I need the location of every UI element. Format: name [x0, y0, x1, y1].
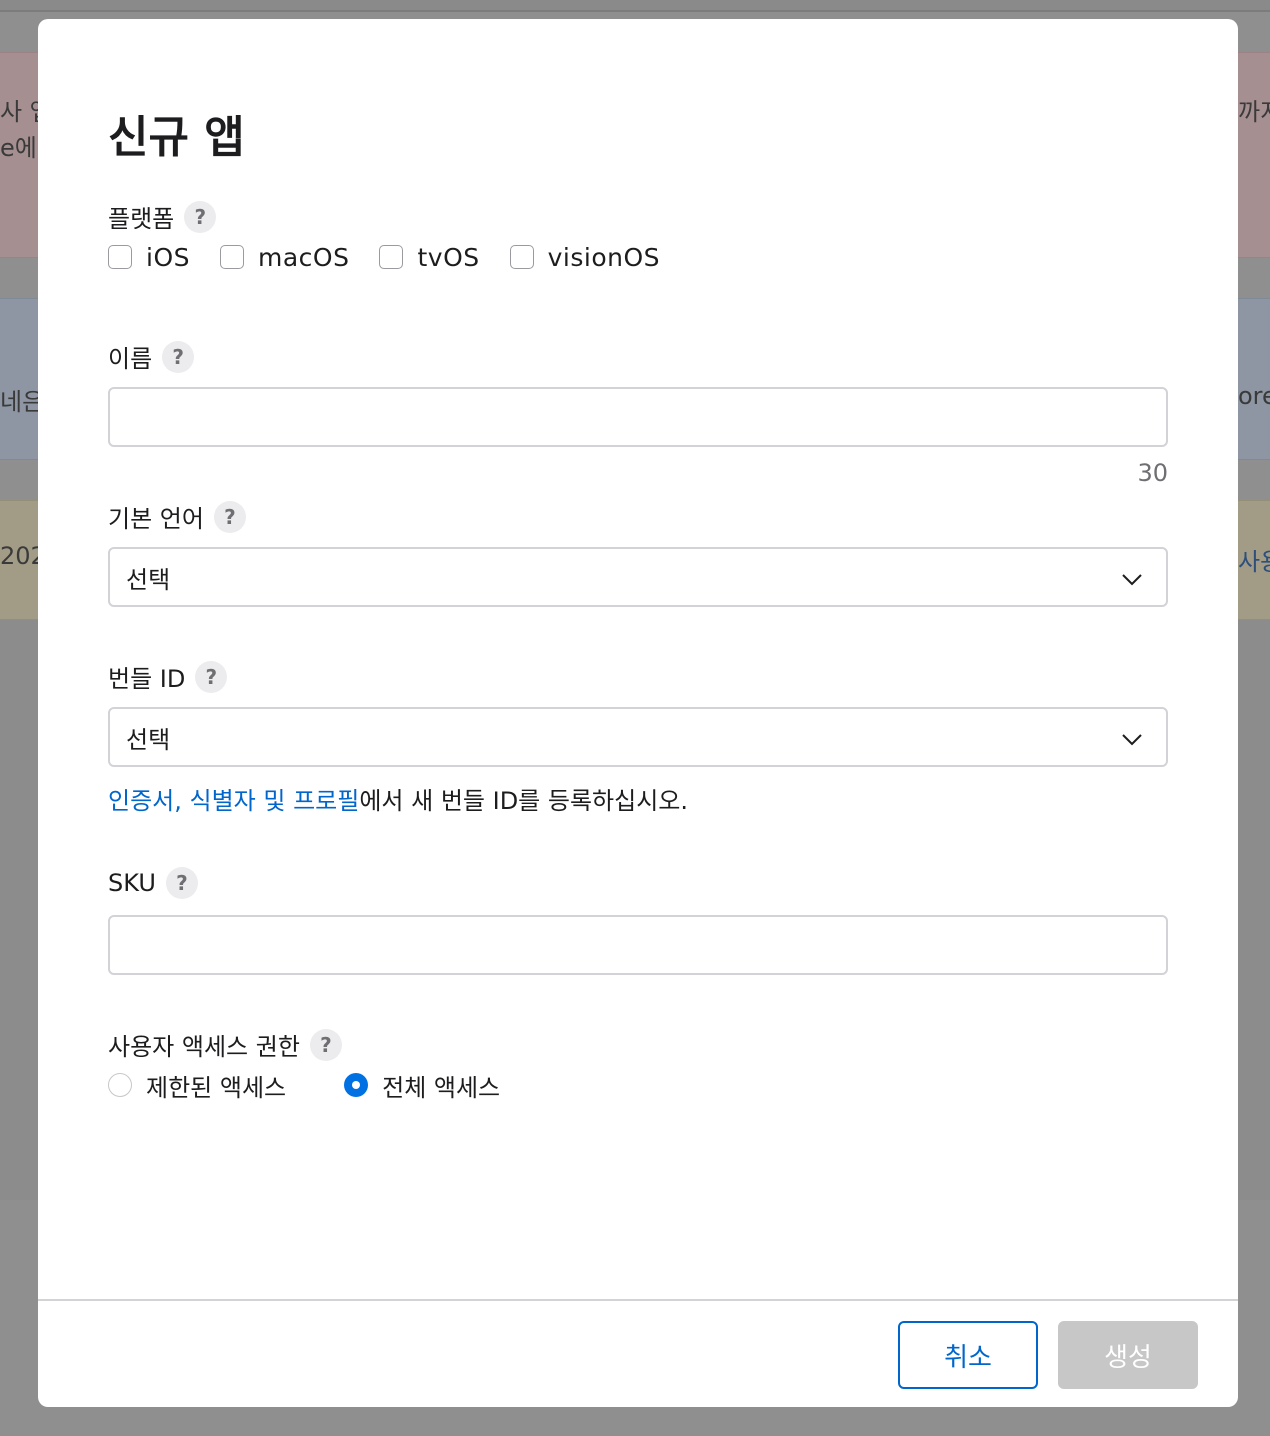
platform-option-visionos[interactable]: visionOS [509, 242, 661, 272]
user-access-label: 사용자 액세스 권한 [108, 1033, 300, 1061]
checkbox-label: macOS [258, 242, 350, 272]
checkbox[interactable] [509, 245, 534, 269]
help-icon[interactable]: ? [162, 340, 195, 373]
platform-option-ios[interactable]: iOS [108, 243, 190, 272]
sku-label-row: SKU ? [108, 867, 198, 899]
radio-button[interactable] [108, 1073, 132, 1097]
create-button[interactable]: 생성 [1058, 1321, 1198, 1389]
platform-label: 플랫폼 [108, 205, 175, 233]
radio-limited-access[interactable]: 제한된 액세스 [108, 1068, 286, 1103]
background-text: e에 [0, 134, 37, 162]
bundle-id-label: 번들 ID [108, 665, 186, 693]
radio-full-access[interactable]: 전체 액세스 [344, 1068, 500, 1103]
platform-option-tvos[interactable]: tvOS [379, 243, 479, 272]
user-access-label-row: 사용자 액세스 권한 ? [108, 1027, 342, 1062]
help-icon[interactable]: ? [165, 867, 198, 899]
checkbox-label: tvOS [417, 242, 480, 272]
dialog-title: 신규 앱 [108, 112, 245, 163]
radio-button-selected[interactable] [344, 1073, 369, 1097]
primary-language-label-row: 기본 언어 ? [108, 499, 246, 534]
chevron-down-icon [1122, 734, 1142, 746]
background-text: 까지 [1238, 98, 1270, 126]
bundle-id-select[interactable]: 선택 [108, 707, 1168, 767]
background-top-bar [0, 0, 1270, 12]
background-text: ore [1238, 382, 1270, 410]
help-icon[interactable]: ? [195, 660, 228, 693]
cancel-button[interactable]: 취소 [898, 1321, 1038, 1389]
new-app-dialog: 신규 앱 플랫폼 ? iOS macOS tvOS visionOS 이름 ? … [38, 19, 1238, 1407]
checkbox-label: visionOS [547, 242, 661, 272]
platform-checkboxes: iOS macOS tvOS visionOS [108, 241, 690, 273]
certificates-identifiers-profiles-link[interactable]: 인증서, 식별자 및 프로필 [108, 787, 359, 815]
platform-option-macos[interactable]: macOS [220, 243, 349, 272]
name-input[interactable] [108, 387, 1168, 447]
help-icon[interactable]: ? [213, 500, 246, 533]
help-icon[interactable]: ? [309, 1028, 342, 1061]
user-access-radios: 제한된 액세스 전체 액세스 [108, 1068, 558, 1103]
primary-language-label: 기본 언어 [108, 505, 204, 533]
checkbox[interactable] [220, 245, 244, 269]
helper-text: 에서 새 번들 ID를 등록하십시오. [359, 787, 688, 815]
select-value: 선택 [126, 725, 171, 754]
checkbox[interactable] [108, 245, 132, 269]
checkbox-label: iOS [146, 242, 190, 272]
select-value: 선택 [126, 565, 171, 594]
primary-language-select[interactable]: 선택 [108, 547, 1168, 607]
platform-label-row: 플랫폼 ? [108, 199, 217, 234]
name-character-counter: 30 [1137, 459, 1168, 487]
radio-label: 제한된 액세스 [146, 1073, 287, 1102]
sku-input[interactable] [108, 915, 1168, 975]
checkbox[interactable] [379, 245, 404, 269]
name-label-row: 이름 ? [108, 339, 195, 374]
chevron-down-icon [1122, 574, 1142, 586]
footer-divider [38, 1299, 1238, 1301]
background-link: 사용 [1238, 548, 1270, 576]
bundle-id-helper-text: 인증서, 식별자 및 프로필에서 새 번들 ID를 등록하십시오. [108, 781, 688, 816]
bundle-id-label-row: 번들 ID ? [108, 659, 228, 694]
name-label: 이름 [108, 345, 153, 373]
radio-label: 전체 액세스 [382, 1073, 501, 1102]
sku-label: SKU [108, 869, 156, 897]
help-icon[interactable]: ? [184, 200, 217, 233]
